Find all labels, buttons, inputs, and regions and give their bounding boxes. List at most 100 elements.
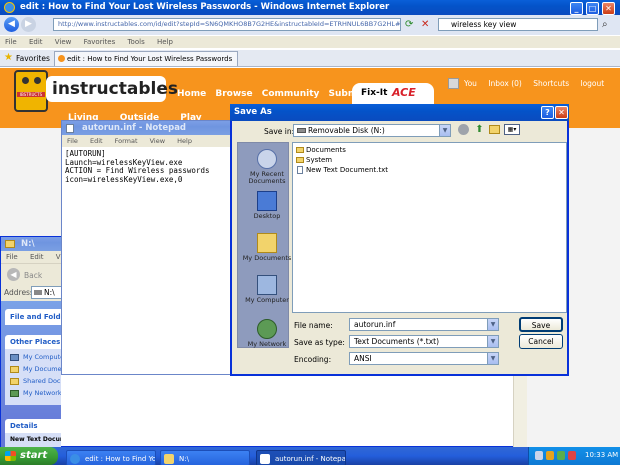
notepad-menu-view[interactable]: View [150, 137, 165, 145]
ie-title: edit : How to Find Your Lost Wireless Pa… [20, 2, 390, 12]
back-folder-icon[interactable] [458, 124, 469, 135]
user-links: You Inbox (0) Shortcuts logout [464, 79, 604, 88]
other-place-my-documents[interactable]: My Documen [5, 365, 61, 377]
menu-file[interactable]: File [5, 38, 17, 46]
save-in-dropdown[interactable]: Removable Disk (N:) ▼ [293, 124, 451, 137]
dialog-close-button[interactable]: ✕ [555, 106, 568, 119]
computer-icon [10, 354, 19, 361]
my-documents-icon [257, 233, 277, 253]
other-place-my-network[interactable]: My Network [5, 389, 61, 401]
file-item-documents[interactable]: Documents [293, 145, 566, 155]
other-place-shared-documents[interactable]: Shared Docu [5, 377, 61, 389]
tray-icon[interactable] [557, 451, 565, 460]
explorer-menu-edit[interactable]: Edit [30, 253, 44, 261]
place-desktop[interactable]: Desktop [242, 191, 292, 220]
clock[interactable]: 10:33 AM [585, 451, 618, 459]
new-folder-icon[interactable] [489, 125, 500, 134]
menu-tools[interactable]: Tools [127, 38, 144, 46]
place-my-documents[interactable]: My Documents [242, 233, 292, 262]
menu-help[interactable]: Help [157, 38, 173, 46]
site-logo[interactable]: instructables [46, 76, 178, 102]
place-my-computer[interactable]: My Computer [242, 275, 292, 304]
ie-tab-label: edit : How to Find Your Lost Wireless Pa… [67, 55, 233, 63]
fixit-badge[interactable]: Fix-It ACE [352, 83, 434, 105]
save-type-dropdown[interactable]: Text Documents (*.txt) ▼ [349, 335, 499, 348]
menu-edit[interactable]: Edit [29, 38, 43, 46]
encoding-dropdown[interactable]: ANSI ▼ [349, 352, 499, 365]
nav-community[interactable]: Community [262, 89, 320, 99]
file-folder-tasks-header[interactable]: File and Folder [5, 309, 61, 325]
nav-browse[interactable]: Browse [215, 89, 252, 99]
cancel-button[interactable]: Cancel [519, 334, 563, 349]
save-type-value: Text Documents (*.txt) [354, 337, 440, 346]
tray-icon[interactable] [568, 451, 576, 460]
minimize-button[interactable]: _ [570, 2, 583, 15]
explorer-back-button[interactable]: Back [24, 271, 42, 280]
search-icon[interactable]: ⌕ [602, 19, 614, 31]
notepad-menu-format[interactable]: Format [115, 137, 138, 145]
url-input[interactable]: http://www.instructables.com/id/edit?ste… [53, 18, 401, 31]
file-name-input[interactable]: autorun.inf ▼ [349, 318, 499, 331]
menu-favorites[interactable]: Favorites [84, 38, 116, 46]
taskbar-item-notepad[interactable]: autorun.inf - Notepad [256, 450, 346, 465]
notepad-text-area[interactable]: [AUTORUN] Launch=wirelessKeyView.exe ACTIO… [62, 147, 238, 373]
user-link-logout[interactable]: logout [581, 79, 605, 88]
text-file-icon [297, 166, 303, 174]
taskbar-item-explorer[interactable]: N:\ [160, 450, 250, 465]
save-as-title-bar[interactable]: Save As ? ✕ [230, 104, 569, 121]
encoding-value: ANSI [354, 354, 372, 363]
user-link-shortcuts[interactable]: Shortcuts [533, 79, 569, 88]
ie-title-bar[interactable]: edit : How to Find Your Lost Wireless Pa… [0, 0, 620, 15]
file-item-system[interactable]: System [293, 155, 566, 165]
place-my-network[interactable]: My Network [242, 319, 292, 348]
other-places-header[interactable]: Other Places [5, 335, 61, 349]
user-avatar-icon[interactable] [448, 78, 459, 89]
other-place-label: My Documen [23, 365, 61, 373]
ie-menu-bar: File Edit View Favorites Tools Help [0, 36, 620, 48]
taskbar-item-ie[interactable]: edit : How to Find Yo... [66, 450, 156, 465]
place-my-recent-documents[interactable]: My Recent Documents [242, 149, 292, 185]
details-header[interactable]: Details [5, 419, 61, 433]
explorer-title: N:\ [21, 239, 35, 249]
back-icon[interactable]: ◀ [4, 17, 19, 32]
save-button[interactable]: Save [519, 317, 563, 332]
maximize-button[interactable]: □ [586, 2, 599, 15]
ie-tab-row: ★ Favorites edit : How to Find Your Lost… [0, 50, 620, 67]
help-button[interactable]: ? [541, 106, 554, 119]
start-button[interactable]: start [0, 447, 58, 465]
file-name: New Text Document.txt [306, 166, 388, 174]
notepad-menu-file[interactable]: File [67, 137, 78, 145]
menu-view[interactable]: View [55, 38, 72, 46]
notepad-window: autorun.inf - Notepad File Edit Format V… [61, 120, 239, 375]
notepad-menu-help[interactable]: Help [177, 137, 192, 145]
tray-icon[interactable] [546, 451, 554, 460]
recent-documents-icon [257, 149, 277, 169]
user-link-inbox[interactable]: Inbox (0) [488, 79, 522, 88]
view-menu-icon[interactable]: ▦▾ [504, 124, 520, 135]
up-folder-icon[interactable]: ⬆ [474, 124, 485, 135]
task-label: N:\ [179, 455, 189, 463]
back-arrow-icon[interactable]: ◀ [7, 268, 20, 281]
user-link-you[interactable]: You [464, 79, 477, 88]
ie-tab[interactable]: edit : How to Find Your Lost Wireless Pa… [54, 51, 238, 66]
nav-home[interactable]: Home [177, 89, 206, 99]
refresh-icon[interactable]: ⟳ [405, 19, 417, 31]
robot-logo-icon: IBSTRUCTS [14, 70, 48, 112]
search-input[interactable]: wireless key view [438, 18, 598, 31]
other-place-label: My Compute [23, 353, 61, 361]
stop-icon[interactable]: ✕ [421, 19, 433, 31]
other-place-my-computer[interactable]: My Compute [5, 353, 61, 365]
close-button[interactable]: ✕ [602, 2, 615, 15]
file-item-new-text-document[interactable]: New Text Document.txt [293, 165, 566, 175]
page-icon [58, 55, 65, 62]
favorites-star-icon[interactable]: ★ [4, 52, 13, 63]
tray-icon[interactable] [535, 451, 543, 460]
forward-icon[interactable]: ▶ [21, 17, 36, 32]
favorites-button[interactable]: Favorites [16, 54, 50, 63]
notepad-title-bar[interactable]: autorun.inf - Notepad [62, 121, 238, 135]
save-as-dialog: Save As ? ✕ Save in: Removable Disk (N:)… [230, 104, 569, 376]
explorer-menu-file[interactable]: File [6, 253, 18, 261]
explorer-address-input[interactable]: N:\ [31, 286, 65, 299]
save-type-label: Save as type: [294, 338, 345, 347]
notepad-menu-edit[interactable]: Edit [90, 137, 103, 145]
